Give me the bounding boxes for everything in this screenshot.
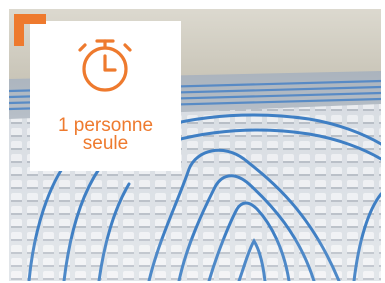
badge-label: 1 personne seule <box>30 116 181 154</box>
badge-line-2: seule <box>82 133 129 154</box>
stopwatch-icon <box>78 39 132 92</box>
corner-accent <box>14 14 46 46</box>
